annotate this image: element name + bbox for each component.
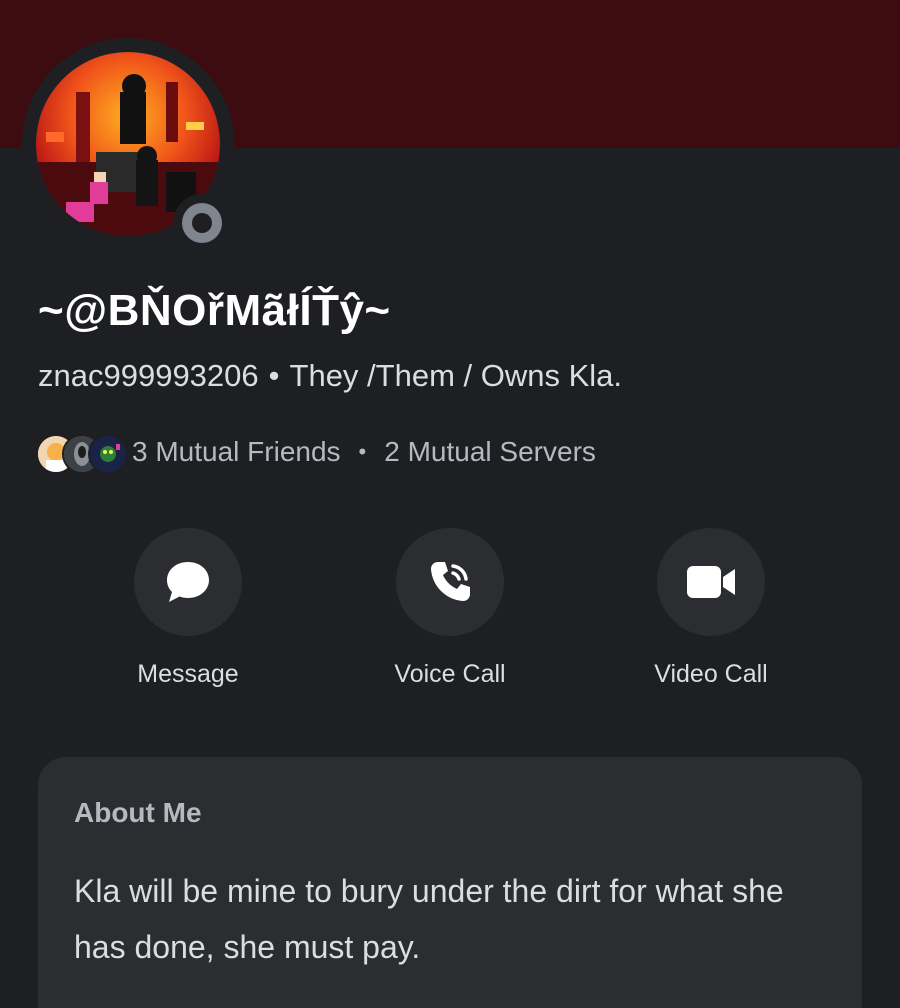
- mutual-friend-avatars[interactable]: [36, 432, 132, 474]
- offline-status-icon: [182, 203, 222, 243]
- mutuals-separator: •: [358, 439, 367, 464]
- video-camera-icon: [687, 566, 735, 598]
- mutuals-row: 3 Mutual Friends • 2 Mutual Servers: [36, 432, 596, 474]
- chat-bubble-icon: [167, 562, 209, 602]
- message-button[interactable]: [134, 528, 242, 636]
- profile-page: ~@BŇOřMãłÍŤŷ~ znac999993206 • They /Them /…: [0, 0, 900, 1008]
- about-me-card: About Me Kla will be mine to bury under …: [38, 757, 862, 1008]
- mutual-friends-link[interactable]: 3 Mutual Friends: [132, 436, 341, 468]
- username[interactable]: znac999993206: [38, 358, 259, 393]
- mutual-servers-link[interactable]: 2 Mutual Servers: [384, 436, 596, 468]
- video-call-button[interactable]: [657, 528, 765, 636]
- video-call-label: Video Call: [654, 660, 768, 688]
- video-call-action[interactable]: Video Call: [631, 528, 791, 689]
- voice-call-label: Voice Call: [394, 660, 506, 688]
- phone-icon: [431, 562, 470, 601]
- voice-call-action[interactable]: Voice Call: [370, 528, 530, 689]
- about-me-title: About Me: [74, 797, 202, 828]
- display-name: ~@BŇOřMãłÍŤŷ~: [38, 286, 391, 335]
- pronouns: They /Them / Owns Kla.: [289, 358, 623, 393]
- message-action[interactable]: Message: [108, 528, 268, 689]
- mutual-friend-avatar: [88, 434, 128, 474]
- about-me-text: Kla will be mine to bury under the dirt …: [74, 873, 784, 965]
- message-label: Message: [137, 660, 239, 688]
- subline-separator: •: [268, 358, 280, 393]
- profile-subline: znac999993206 • They /Them / Owns Kla.: [38, 358, 622, 394]
- voice-call-button[interactable]: [396, 528, 504, 636]
